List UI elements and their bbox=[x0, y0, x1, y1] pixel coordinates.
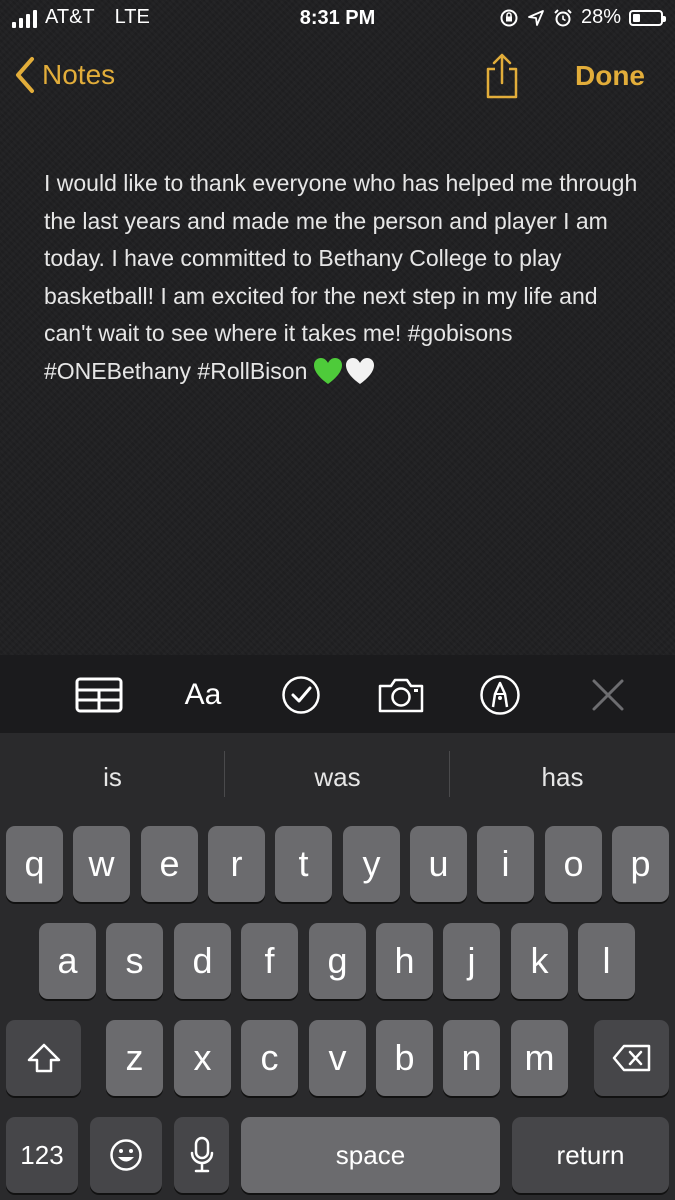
predictive-text-bar: is was has bbox=[0, 733, 675, 821]
key-b[interactable]: b bbox=[376, 1020, 433, 1096]
navigation-bar: Notes Done bbox=[0, 48, 675, 106]
chevron-left-icon bbox=[16, 57, 34, 93]
back-button-label: Notes bbox=[42, 59, 116, 90]
key-i[interactable]: i bbox=[477, 826, 534, 902]
done-button[interactable]: Done bbox=[575, 60, 645, 92]
prediction-2[interactable]: was bbox=[225, 733, 450, 821]
key-g[interactable]: g bbox=[309, 923, 366, 999]
key-h[interactable]: h bbox=[376, 923, 433, 999]
key-w[interactable]: w bbox=[73, 826, 130, 902]
key-t[interactable]: t bbox=[275, 826, 332, 902]
share-button[interactable] bbox=[482, 52, 522, 105]
emoji-key[interactable] bbox=[90, 1117, 162, 1193]
status-bar: AT&T LTE 8:31 PM 28% bbox=[0, 0, 675, 40]
battery-percent: 28% bbox=[580, 6, 621, 28]
note-body[interactable]: I would like to thank everyone who has h… bbox=[44, 165, 644, 396]
key-x[interactable]: x bbox=[174, 1020, 231, 1096]
markup-button[interactable] bbox=[479, 675, 521, 715]
backspace-icon bbox=[612, 1044, 650, 1072]
battery-icon bbox=[629, 9, 666, 26]
key-m[interactable]: m bbox=[511, 1020, 568, 1096]
microphone-icon bbox=[190, 1136, 213, 1173]
key-a[interactable]: a bbox=[39, 923, 96, 999]
key-o[interactable]: o bbox=[545, 826, 602, 902]
location-icon bbox=[527, 9, 545, 27]
shift-icon bbox=[27, 1043, 60, 1073]
table-icon bbox=[75, 677, 123, 713]
key-y[interactable]: y bbox=[343, 826, 400, 902]
key-q[interactable]: q bbox=[6, 826, 63, 902]
key-u[interactable]: u bbox=[410, 826, 467, 902]
format-toolbar: Aa bbox=[0, 655, 675, 733]
back-button[interactable]: Notes bbox=[14, 56, 115, 94]
space-key[interactable]: space bbox=[241, 1117, 500, 1193]
close-icon bbox=[592, 679, 624, 711]
orientation-lock-icon bbox=[499, 8, 519, 28]
keyboard: is was has q w e r t y u i o p a s d f g… bbox=[0, 733, 675, 1200]
status-right: 28% bbox=[499, 6, 666, 29]
alarm-icon bbox=[553, 8, 573, 28]
key-e[interactable]: e bbox=[141, 826, 198, 902]
key-d[interactable]: d bbox=[174, 923, 231, 999]
key-v[interactable]: v bbox=[309, 1020, 366, 1096]
key-c[interactable]: c bbox=[241, 1020, 298, 1096]
prediction-1[interactable]: is bbox=[0, 733, 225, 821]
camera-icon bbox=[378, 678, 424, 713]
note-text: I would like to thank everyone who has h… bbox=[44, 170, 644, 384]
checklist-icon bbox=[282, 676, 320, 714]
key-p[interactable]: p bbox=[612, 826, 669, 902]
battery-fill bbox=[633, 13, 640, 22]
key-z[interactable]: z bbox=[106, 1020, 163, 1096]
key-k[interactable]: k bbox=[511, 923, 568, 999]
key-f[interactable]: f bbox=[241, 923, 298, 999]
close-toolbar-button[interactable] bbox=[588, 675, 628, 715]
heart-emojis bbox=[313, 357, 375, 397]
emoji-icon bbox=[110, 1139, 142, 1171]
checklist-button[interactable] bbox=[280, 675, 322, 715]
key-n[interactable]: n bbox=[443, 1020, 500, 1096]
green-heart-icon bbox=[314, 357, 343, 384]
shift-key[interactable] bbox=[6, 1020, 81, 1096]
white-heart-icon bbox=[346, 357, 375, 384]
markup-pen-icon bbox=[480, 675, 520, 715]
delete-key[interactable] bbox=[594, 1020, 669, 1096]
share-icon bbox=[486, 53, 518, 99]
numbers-key[interactable]: 123 bbox=[6, 1117, 78, 1193]
prediction-3[interactable]: has bbox=[450, 733, 675, 821]
return-key[interactable]: return bbox=[512, 1117, 669, 1193]
key-s[interactable]: s bbox=[106, 923, 163, 999]
key-j[interactable]: j bbox=[443, 923, 500, 999]
camera-button[interactable] bbox=[377, 675, 425, 715]
key-l[interactable]: l bbox=[578, 923, 635, 999]
dictation-key[interactable] bbox=[174, 1117, 229, 1193]
key-r[interactable]: r bbox=[208, 826, 265, 902]
table-button[interactable] bbox=[74, 675, 124, 715]
format-text-button[interactable]: Aa bbox=[178, 675, 228, 715]
